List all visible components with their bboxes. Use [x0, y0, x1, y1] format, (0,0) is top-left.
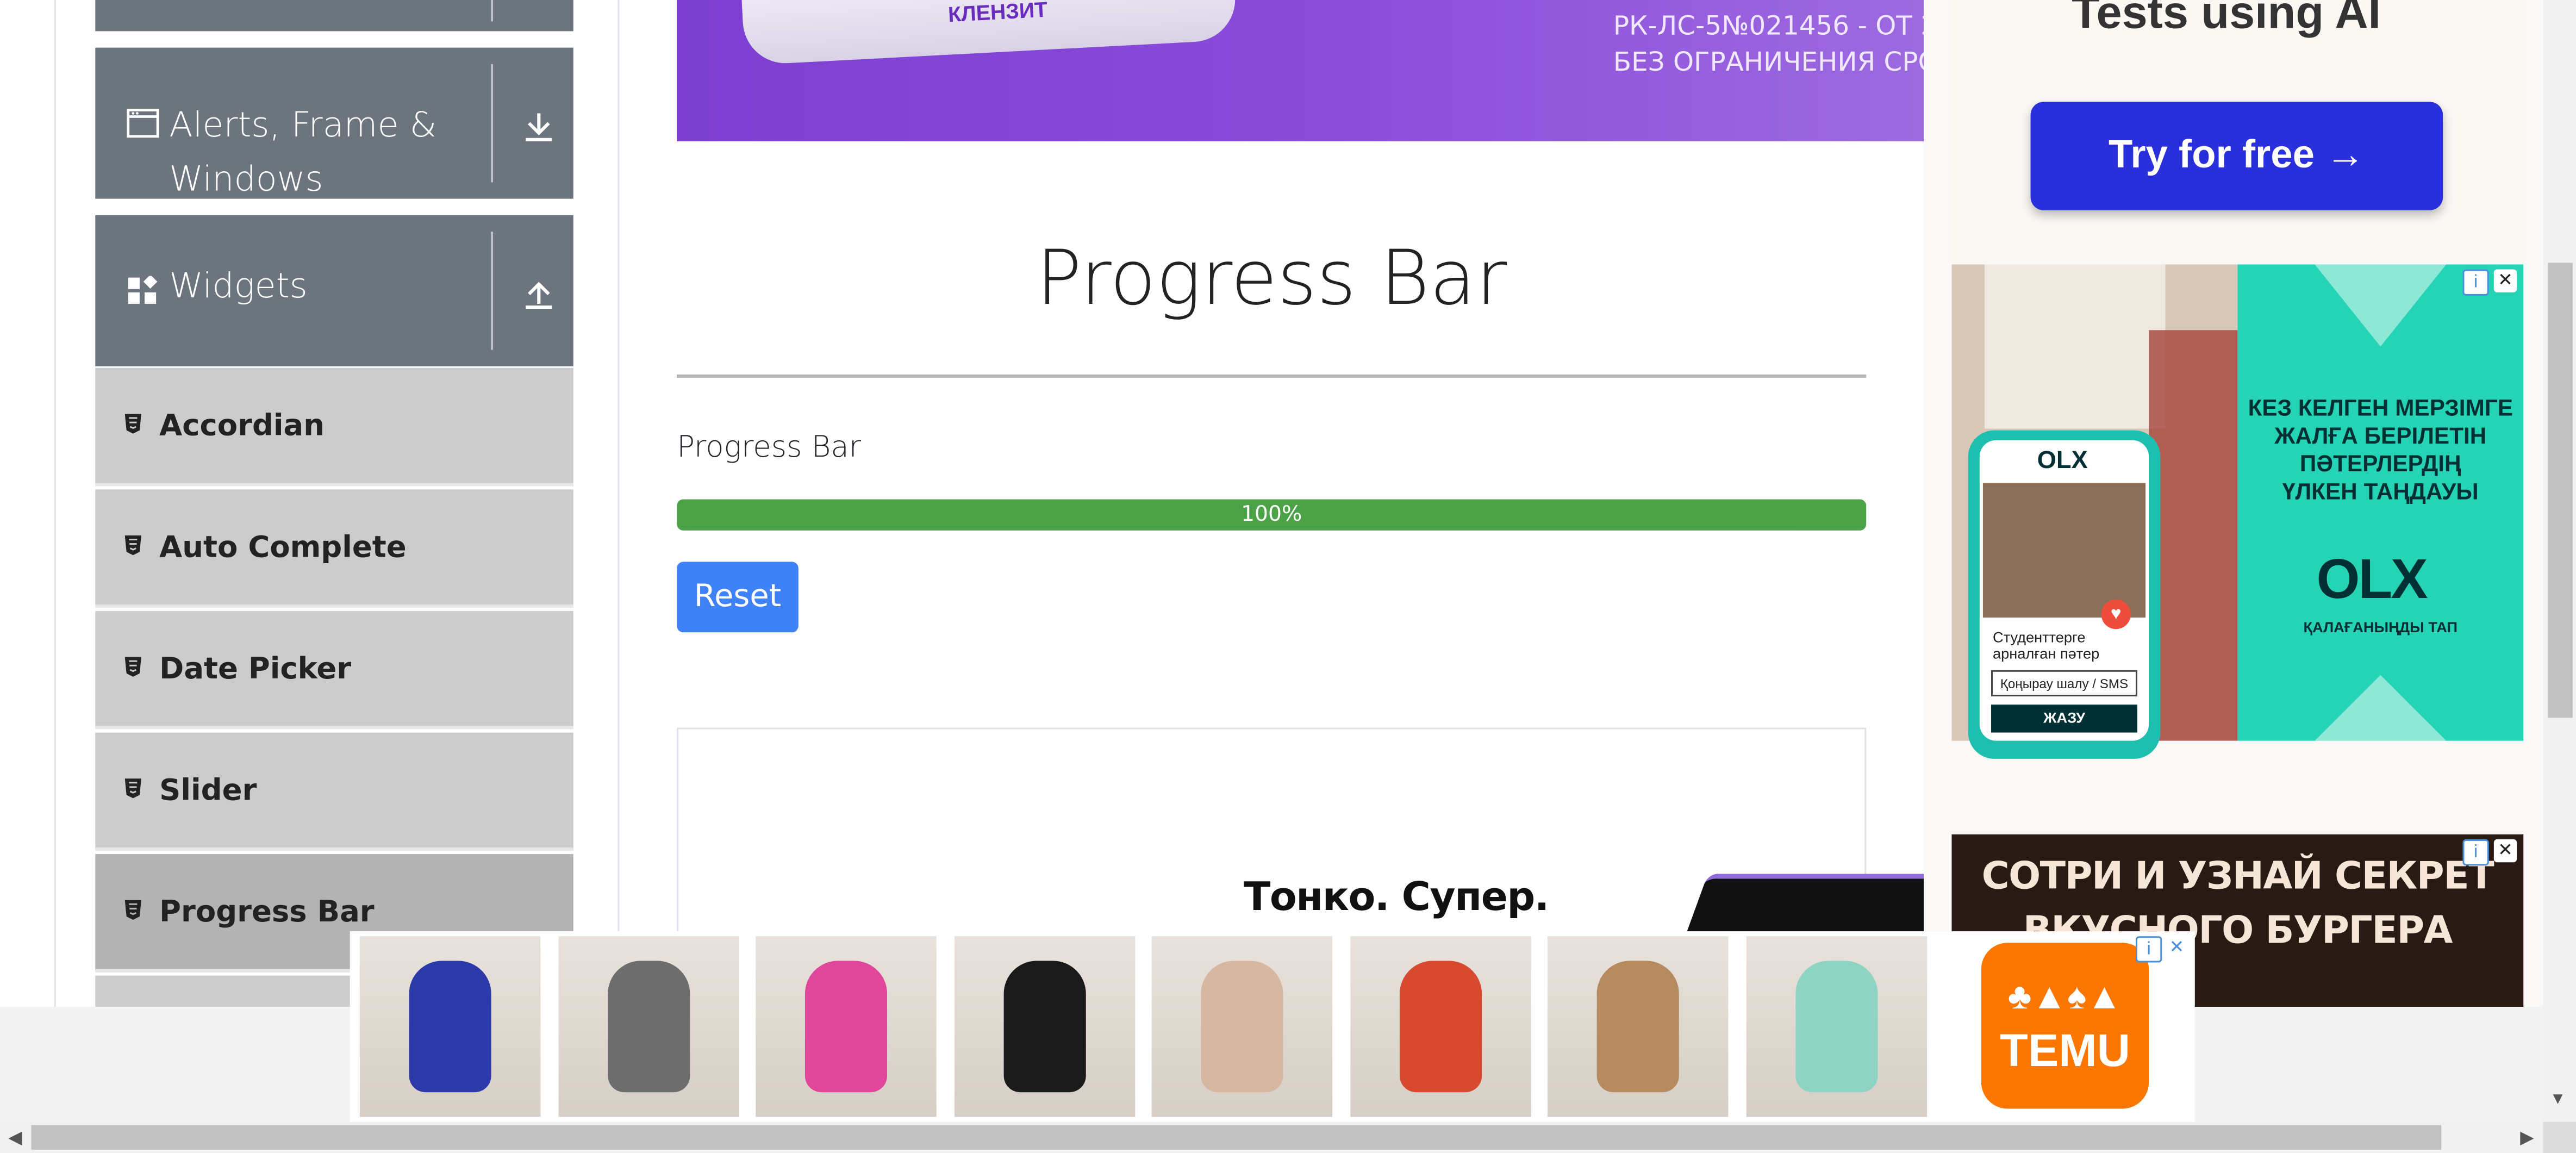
- progress-bar-text: 100%: [1241, 502, 1302, 527]
- content-ad-text: Тонко. Супер.: [1243, 874, 1549, 920]
- sidebar-item-label: Slider: [159, 774, 257, 808]
- sidebar-border-left: [54, 0, 56, 1007]
- decor-triangle: [2315, 675, 2447, 741]
- olx-ad-subtitle: ҚАЛАҒАНЫҢДЫ ТАП: [2303, 619, 2458, 636]
- phone-call-button: Қоңырау шалу / SMS: [1991, 670, 2138, 697]
- swimwear-image: [1794, 961, 1877, 1093]
- top-banner-ad[interactable]: КЛЕНЗИТ РК-ЛС-5№021456 - ОТ 24 БЕЗ ОГРАН…: [677, 0, 1924, 141]
- window-image: [1984, 264, 2166, 429]
- product-thumbnail[interactable]: [953, 936, 1134, 1117]
- ad-close-icon[interactable]: ✕: [2493, 269, 2517, 292]
- product-thumbnail[interactable]: [1349, 936, 1531, 1117]
- title-divider: [677, 374, 1867, 378]
- sidebar-item-accordian[interactable]: Accordian: [95, 367, 573, 487]
- sidebar-border-right: [618, 0, 620, 1007]
- ad-info-icon[interactable]: i: [2462, 269, 2489, 296]
- sidebar-group-widgets[interactable]: Widgets: [95, 215, 573, 366]
- page: Alerts, Frame & Windows Widgets Accordia…: [0, 0, 2576, 1153]
- swimwear-image: [1399, 961, 1481, 1093]
- html5-icon: [124, 535, 141, 556]
- product-thumbnail[interactable]: [558, 936, 739, 1117]
- reset-button[interactable]: Reset: [677, 562, 799, 633]
- scroll-left-arrow-icon[interactable]: ◀: [8, 1127, 22, 1148]
- progress-bar: 100%: [677, 499, 1867, 531]
- product-thumbnail[interactable]: [1151, 936, 1333, 1117]
- olx-logo: OLX: [2316, 549, 2428, 611]
- sidebar-item-label: Date Picker: [159, 652, 352, 687]
- temu-brand: TEMU: [2000, 1025, 2130, 1076]
- swimwear-image: [1596, 961, 1679, 1093]
- swimwear-image: [409, 961, 491, 1093]
- phone-olx-logo: OLX: [2037, 446, 2088, 475]
- product-thumbnail[interactable]: [359, 936, 541, 1117]
- window-icon: [127, 109, 159, 138]
- sidebar-item-label: Auto Complete: [159, 530, 407, 565]
- swimwear-image: [804, 961, 888, 1093]
- page-title: Progress Bar: [1036, 233, 1507, 322]
- download-arrow-icon[interactable]: [519, 107, 559, 146]
- horizontal-scrollbar-thumb[interactable]: [31, 1125, 2442, 1150]
- group-separator: [491, 64, 493, 183]
- temu-logo[interactable]: ♣▲♠▲ TEMU: [1981, 943, 2149, 1109]
- scroll-right-arrow-icon[interactable]: ▶: [2520, 1127, 2534, 1148]
- sidebar-group-label: Widgets: [169, 266, 308, 306]
- try-for-free-button[interactable]: Try for free →: [2030, 102, 2443, 210]
- html5-icon: [124, 414, 141, 434]
- apartment-photo: [1982, 483, 2146, 618]
- product-thumbnail[interactable]: [756, 936, 937, 1117]
- group-separator: [491, 0, 493, 22]
- vertical-scrollbar-thumb[interactable]: [2548, 263, 2573, 718]
- scrollbar-corner: [2543, 1121, 2576, 1153]
- sidebar-group-alerts[interactable]: Alerts, Frame & Windows: [95, 47, 573, 199]
- sidebar-item-auto-complete[interactable]: Auto Complete: [95, 489, 573, 608]
- swimwear-image: [607, 961, 689, 1093]
- sidebar-group-previous[interactable]: [95, 0, 573, 32]
- product-thumbnail[interactable]: [1548, 936, 1729, 1117]
- olx-ad-heading: КЕЗ КЕЛГЕН МЕРЗІМГЕ ЖАЛҒА БЕРІЛЕТІН ПӘТЕ…: [2248, 394, 2513, 504]
- group-separator: [491, 232, 493, 350]
- sidebar-item-label: Accordian: [159, 409, 325, 444]
- phone-write-button: ЖАЗУ: [1991, 705, 2138, 733]
- swimwear-image: [1201, 961, 1283, 1093]
- product-tube-image: КЛЕНЗИТ: [740, 0, 1238, 66]
- phone-listing-text: Студенттерге арналған пәтер: [1993, 629, 2100, 662]
- ad-close-icon[interactable]: ✕: [2165, 936, 2188, 959]
- product-name: КЛЕНЗИТ: [947, 0, 1049, 27]
- ad-info-icon[interactable]: i: [2462, 839, 2489, 866]
- ad-close-icon[interactable]: ✕: [2493, 839, 2517, 863]
- banner-text: РК-ЛС-5№021456 - ОТ 24 БЕЗ ОГРАНИЧЕНИЯ С…: [1613, 10, 1924, 78]
- product-thumbnail[interactable]: [1745, 936, 1926, 1117]
- sidebar-item-label: Progress Bar: [159, 895, 375, 930]
- html5-icon: [124, 900, 141, 920]
- scroll-down-arrow-icon[interactable]: ▼: [2550, 1090, 2566, 1108]
- heart-icon: ♥: [2101, 599, 2131, 630]
- decor-triangle: [2315, 264, 2447, 347]
- ad-info-icon[interactable]: i: [2135, 936, 2162, 963]
- ai-ad-title: Tests using AI: [2072, 0, 2381, 38]
- sidebar-group-label: Alerts, Frame & Windows: [169, 105, 437, 199]
- swimwear-image: [1003, 961, 1086, 1093]
- temu-figures-icon: ♣▲♠▲: [2007, 975, 2123, 1017]
- html5-icon: [124, 778, 141, 799]
- sidebar-item-slider[interactable]: Slider: [95, 732, 573, 851]
- widgets-icon: [128, 276, 158, 304]
- progress-bar-label: Progress Bar: [677, 430, 862, 465]
- html5-icon: [124, 657, 141, 677]
- upload-arrow-icon[interactable]: [519, 275, 559, 314]
- bed-image: [2149, 330, 2238, 741]
- sidebar-item-date-picker[interactable]: Date Picker: [95, 610, 573, 730]
